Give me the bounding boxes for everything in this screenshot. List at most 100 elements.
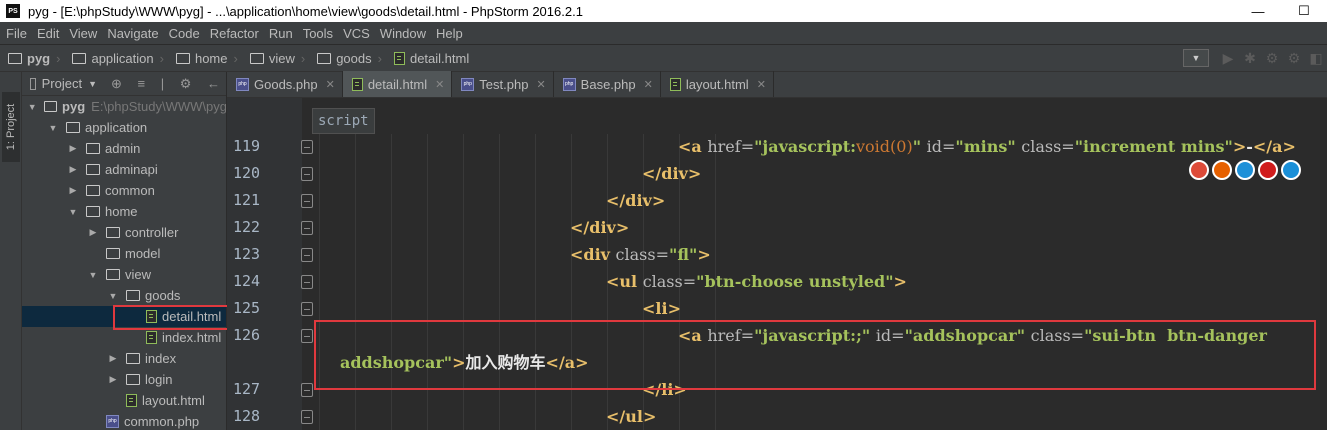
tree-item-login[interactable]: ▶ login — [22, 369, 226, 390]
menu-code[interactable]: Code — [164, 26, 205, 41]
menu-view[interactable]: View — [64, 26, 102, 41]
menu-file[interactable]: File — [0, 26, 32, 41]
tree-item-model[interactable]: model — [22, 243, 226, 264]
tree-item-common[interactable]: ▶ common — [22, 180, 226, 201]
tab-layout-html[interactable]: layout.html ✕ — [661, 71, 774, 97]
menu-navigate[interactable]: Navigate — [102, 26, 163, 41]
close-tab-icon[interactable]: ✕ — [536, 78, 545, 91]
code-line[interactable]: </li> — [642, 376, 687, 403]
fold-marker-icon[interactable] — [301, 140, 313, 154]
tree-item-index[interactable]: ▶ index — [22, 348, 226, 369]
code-line[interactable]: <div class="fl"> — [570, 241, 711, 268]
code-line[interactable]: <ul class="btn-choose unstyled"> — [606, 268, 907, 295]
menu-tools[interactable]: Tools — [298, 26, 338, 41]
code-line[interactable]: </ul> — [606, 403, 656, 430]
tab-Goods-php[interactable]: php Goods.php ✕ — [227, 71, 343, 97]
tab-label: Base.php — [580, 76, 636, 92]
breadcrumb-item[interactable]: goods › — [309, 51, 386, 66]
tree-item-adminapi[interactable]: ▶ adminapi — [22, 159, 226, 180]
collapsed-arrow-icon[interactable]: ▶ — [106, 374, 120, 385]
collapsed-arrow-icon[interactable]: ▶ — [66, 164, 80, 175]
expanded-arrow-icon[interactable]: ▼ — [86, 270, 100, 280]
tab-detail-html[interactable]: detail.html ✕ — [342, 71, 453, 97]
tree-item-application[interactable]: ▼ application — [22, 117, 226, 138]
tree-item-common-php[interactable]: php common.php — [22, 411, 226, 430]
chevron-down-icon[interactable]: ▼ — [88, 79, 97, 89]
collapsed-arrow-icon[interactable]: ▶ — [66, 185, 80, 196]
menu-vcs[interactable]: VCS — [338, 26, 375, 41]
close-tab-icon[interactable]: ✕ — [435, 78, 444, 91]
project-tool-tab[interactable]: 1: Project — [2, 92, 20, 162]
close-tab-icon[interactable]: ✕ — [326, 78, 335, 91]
fold-marker-icon[interactable] — [301, 194, 313, 208]
expanded-arrow-icon[interactable]: ▼ — [66, 207, 80, 217]
stop-icon[interactable]: ◧ — [1305, 50, 1327, 67]
minimize-button[interactable]: — — [1235, 0, 1281, 22]
menu-help[interactable]: Help — [431, 26, 468, 41]
fold-marker-icon[interactable] — [301, 275, 313, 289]
menu-refactor[interactable]: Refactor — [205, 26, 264, 41]
tree-item-layout-html[interactable]: layout.html — [22, 390, 226, 411]
firefox-icon[interactable] — [1212, 160, 1232, 180]
tab-label: detail.html — [367, 76, 428, 92]
code-line[interactable]: <a href="javascript:;" id="addshopcar" c… — [678, 322, 1267, 349]
code-line[interactable]: <a href="javascript:void(0)" id="mins" c… — [678, 133, 1296, 160]
tree-item-index-html[interactable]: index.html — [22, 327, 226, 348]
collapsed-arrow-icon[interactable]: ▶ — [66, 143, 80, 154]
fold-marker-icon[interactable] — [301, 383, 313, 397]
tree-item-controller[interactable]: ▶ controller — [22, 222, 226, 243]
breadcrumb-item[interactable]: detail.html — [386, 51, 473, 66]
tree-item-label: home — [105, 204, 138, 219]
html-file-icon — [669, 77, 681, 91]
code-line[interactable]: </div> — [606, 187, 665, 214]
menu-edit[interactable]: Edit — [32, 26, 64, 41]
expanded-arrow-icon[interactable]: ▼ — [26, 102, 38, 112]
breadcrumb-item[interactable]: pyg › — [0, 51, 64, 66]
code-line[interactable]: addshopcar">加入购物车</a> — [340, 349, 589, 376]
tree-item-home[interactable]: ▼ home — [22, 201, 226, 222]
collapsed-arrow-icon[interactable]: ▶ — [106, 353, 120, 364]
tree-item-goods[interactable]: ▼ goods — [22, 285, 226, 306]
menu-window[interactable]: Window — [375, 26, 431, 41]
fold-marker-icon[interactable] — [301, 302, 313, 316]
breadcrumb-item[interactable]: view › — [242, 51, 309, 66]
code-line[interactable]: </div> — [642, 160, 701, 187]
tree-item-detail-html[interactable]: detail.html — [22, 306, 226, 327]
run-icon[interactable]: ▶ — [1217, 50, 1239, 67]
breadcrumb-item[interactable]: application › — [64, 51, 168, 66]
breadcrumb-item[interactable]: home › — [168, 51, 242, 66]
tab-Test-php[interactable]: php Test.php ✕ — [452, 71, 554, 97]
project-view-selector[interactable]: Project — [42, 76, 82, 91]
collapsed-arrow-icon[interactable]: ▶ — [86, 227, 100, 238]
fold-marker-icon[interactable] — [301, 410, 313, 424]
tree-item-pyg[interactable]: ▼ pyg E:\phpStudy\WWW\pyg — [22, 96, 226, 117]
run-config-dropdown[interactable]: ▼ — [1183, 49, 1209, 67]
tree-item-view[interactable]: ▼ view — [22, 264, 226, 285]
project-tool-tab-label: 1: Project — [5, 103, 17, 151]
code-line[interactable]: <li> — [642, 295, 681, 322]
expanded-arrow-icon[interactable]: ▼ — [106, 291, 120, 301]
chrome-icon[interactable] — [1189, 160, 1209, 180]
fold-marker-icon[interactable] — [301, 248, 313, 262]
safari-icon[interactable] — [1235, 160, 1255, 180]
profile-icon[interactable]: ⚙ — [1283, 50, 1305, 67]
coverage-icon[interactable]: ⚙ — [1261, 50, 1283, 67]
opera-icon[interactable] — [1258, 160, 1278, 180]
code-editor[interactable]: 119 120 121 122 123 124 125 126 127 128 <a href="… — [227, 98, 1327, 430]
menu-run[interactable]: Run — [264, 26, 298, 41]
close-tab-icon[interactable]: ✕ — [644, 78, 653, 91]
maximize-button[interactable]: ☐ — [1281, 0, 1327, 22]
tab-Base-php[interactable]: php Base.php ✕ — [554, 71, 661, 97]
code-line[interactable]: </div> — [570, 214, 629, 241]
fold-marker-icon[interactable] — [301, 167, 313, 181]
code-token: "btn-choose unstyled" — [696, 272, 894, 291]
expanded-arrow-icon[interactable]: ▼ — [46, 123, 60, 133]
tree-item-admin[interactable]: ▶ admin — [22, 138, 226, 159]
fold-marker-icon[interactable] — [301, 221, 313, 235]
close-tab-icon[interactable]: ✕ — [757, 78, 766, 91]
fold-marker-icon[interactable] — [301, 329, 313, 343]
debug-icon[interactable]: ✱ — [1239, 50, 1261, 67]
indent-guide — [571, 134, 572, 430]
ie-icon[interactable] — [1281, 160, 1301, 180]
project-panel-tools[interactable]: ⊕ ≡ | ⚙ ← — [111, 76, 226, 92]
